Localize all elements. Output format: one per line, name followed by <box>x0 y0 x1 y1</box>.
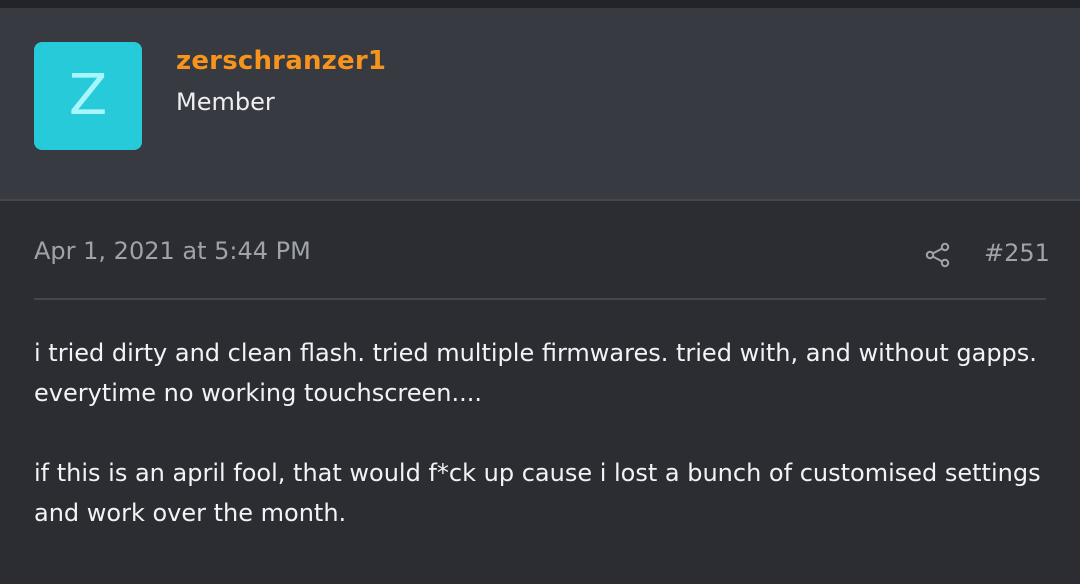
user-role: Member <box>176 88 275 116</box>
post-user-header: Z zerschranzer1 Member <box>0 8 1080 201</box>
divider <box>34 298 1046 300</box>
message-paragraph: i tried dirty and clean flash. tried mul… <box>34 339 1037 407</box>
username-link[interactable]: zerschranzer1 <box>176 46 386 76</box>
avatar[interactable]: Z <box>34 42 142 150</box>
message-paragraph: if this is an april fool, that would f*c… <box>34 459 1041 527</box>
post-body: Apr 1, 2021 at 5:44 PM #251 i tried dirt… <box>0 201 1080 584</box>
share-icon[interactable] <box>924 241 952 269</box>
avatar-letter: Z <box>68 63 108 128</box>
post-number-link[interactable]: #251 <box>984 239 1050 267</box>
post-message: i tried dirty and clean flash. tried mul… <box>34 333 1044 573</box>
post-date[interactable]: Apr 1, 2021 at 5:44 PM <box>34 237 311 265</box>
top-bar <box>0 0 1080 8</box>
